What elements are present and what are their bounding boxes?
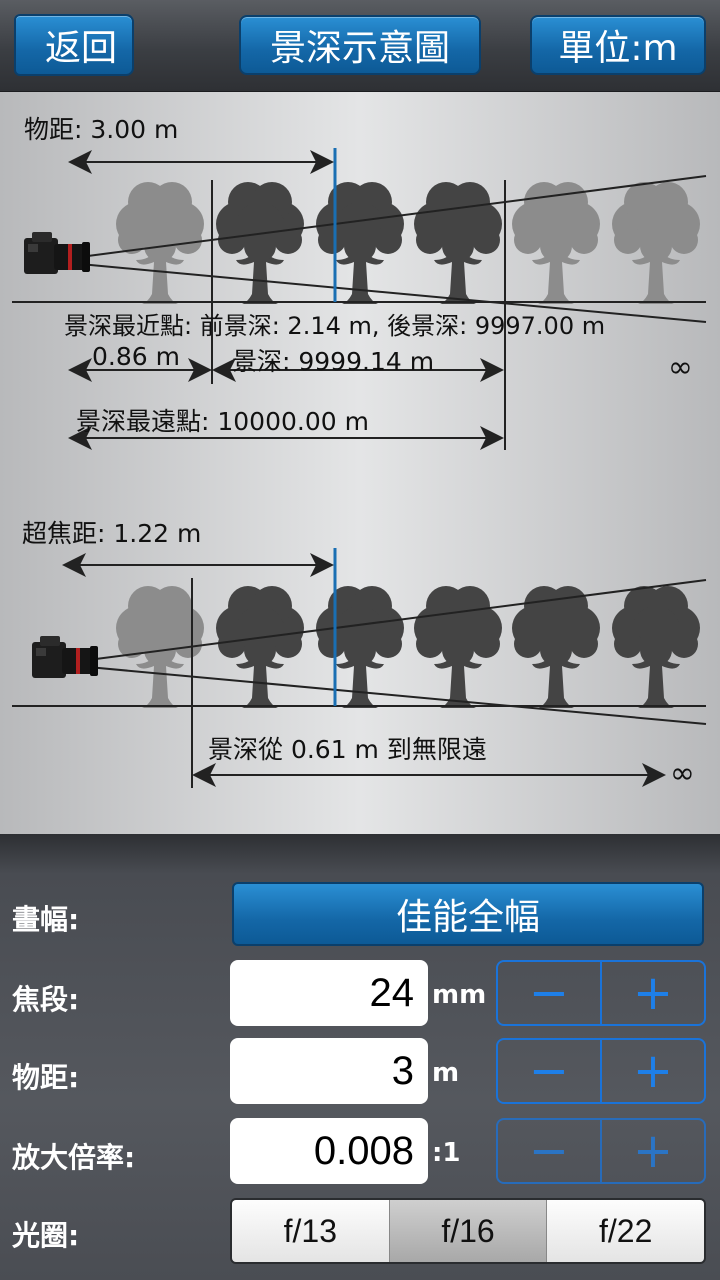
dof-range-label: 景深從 0.61 m 到無限遠 bbox=[208, 735, 487, 764]
tree-icon bbox=[414, 182, 502, 304]
distance-minus-button[interactable]: − bbox=[498, 1040, 602, 1102]
unit-label: 單位:m bbox=[558, 28, 678, 69]
navigation-bar: 返回 景深示意圖 單位:m bbox=[0, 0, 720, 92]
aperture-option[interactable]: f/13 bbox=[232, 1200, 389, 1262]
aperture-label: 光圈: bbox=[12, 1219, 80, 1252]
camera-icon bbox=[24, 232, 90, 274]
format-value: 佳能全幅 bbox=[395, 897, 540, 938]
camera-icon bbox=[32, 636, 98, 678]
focal-unit: mm bbox=[432, 980, 487, 1010]
distance-plus-button[interactable]: + bbox=[602, 1040, 704, 1102]
tree-icon bbox=[612, 182, 700, 304]
title-label: 景深示意圖 bbox=[269, 28, 450, 69]
tree-icon bbox=[316, 182, 404, 304]
focal-length-label: 焦段: bbox=[12, 983, 80, 1016]
tree-icon bbox=[414, 586, 502, 708]
diagram-canvas bbox=[12, 148, 707, 788]
near-far-label: 景深最近點: 前景深: 2.14 m, 後景深: 9997.00 m bbox=[64, 312, 606, 340]
aperture-option-selected[interactable]: f/16 bbox=[388, 1200, 547, 1262]
subject-distance-label: 物距: 3.00 m bbox=[24, 115, 179, 144]
diagram2-trees bbox=[116, 586, 700, 708]
distance-label: 物距: bbox=[12, 1061, 80, 1094]
magnification-field[interactable]: 0.008 bbox=[230, 1118, 428, 1184]
format-label: 畫幅: bbox=[12, 903, 80, 936]
near-point-value: 0.86 m bbox=[92, 342, 180, 371]
focal-plus-button[interactable]: + bbox=[602, 962, 704, 1024]
distance-stepper: − + bbox=[496, 1038, 706, 1104]
infinity-symbol: ∞ bbox=[670, 756, 695, 791]
distance-unit: m bbox=[432, 1058, 460, 1088]
page-title: 景深示意圖 bbox=[239, 15, 481, 75]
hyperfocal-label: 超焦距: 1.22 m bbox=[22, 519, 202, 548]
magnification-unit: :1 bbox=[432, 1138, 461, 1168]
dof-total-label: 景深: 9999.14 m bbox=[232, 347, 435, 376]
magnification-stepper: − + bbox=[496, 1118, 706, 1184]
controls-panel: 畫幅: 佳能全幅 焦段: 24 mm − + 物距: 3 m − + 放大倍率:… bbox=[0, 834, 720, 1280]
tree-icon bbox=[216, 586, 304, 708]
far-point-label: 景深最遠點: 10000.00 m bbox=[76, 407, 369, 436]
tree-icon bbox=[612, 586, 700, 708]
depth-of-field-diagram: 物距: 3.00 m 景深最近點: 前景深: 2.14 m, 後景深: 9997… bbox=[0, 92, 720, 834]
focal-minus-button[interactable]: − bbox=[498, 962, 602, 1024]
infinity-symbol: ∞ bbox=[668, 350, 693, 385]
focal-length-stepper: − + bbox=[496, 960, 706, 1026]
unit-button[interactable]: 單位:m bbox=[530, 15, 706, 75]
distance-field[interactable]: 3 bbox=[230, 1038, 428, 1104]
diagram1-trees bbox=[116, 182, 700, 304]
focal-length-field[interactable]: 24 bbox=[230, 960, 428, 1026]
back-label: 返回 bbox=[44, 28, 117, 69]
magnification-plus-button[interactable]: + bbox=[602, 1120, 704, 1182]
magnification-label: 放大倍率: bbox=[12, 1141, 136, 1174]
magnification-minus-button[interactable]: − bbox=[498, 1120, 602, 1182]
tree-icon bbox=[216, 182, 304, 304]
back-button[interactable]: 返回 bbox=[14, 14, 134, 76]
format-button[interactable]: 佳能全幅 bbox=[232, 882, 704, 946]
aperture-segmented-control: f/13 f/16 f/22 bbox=[230, 1198, 706, 1264]
aperture-option[interactable]: f/22 bbox=[546, 1200, 704, 1262]
